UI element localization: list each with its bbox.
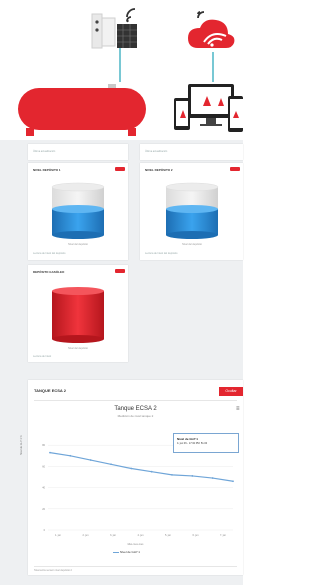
data-point[interactable] bbox=[110, 463, 112, 466]
tank-card: DEPÓSITO GASÓLEO Nivel del depósito Lect… bbox=[28, 265, 128, 362]
card-text: Última actualización bbox=[33, 150, 56, 153]
card-footer: Lectura del nivel del depósito bbox=[145, 252, 178, 255]
panel-footer: Telemetría sensor nivel depósito 2 bbox=[34, 569, 72, 572]
tooltip: Nivel de GLP 1 4. jun 06 - 17:32 PM: 51.… bbox=[173, 433, 239, 453]
tank-caption: Nivel del depósito bbox=[182, 243, 202, 246]
y-axis-label: Nivel de GLP 1 % bbox=[20, 435, 23, 455]
y-tick-label: 40 bbox=[42, 487, 45, 490]
series-line bbox=[49, 452, 234, 482]
tank-card: NIVEL DEPÓSITO 2 Nivel del depósito Lect… bbox=[140, 163, 243, 260]
info-card: Última actualización bbox=[28, 144, 128, 160]
x-tick-label: 2. jun bbox=[82, 534, 89, 537]
x-tick-label: 1. jun bbox=[55, 534, 62, 537]
x-tick-label: 7. jun bbox=[220, 534, 227, 537]
y-tick-label: 60 bbox=[42, 465, 45, 468]
tooltip-title: Nivel de GLP 1 bbox=[177, 437, 198, 441]
gateway-device-icon bbox=[91, 13, 137, 49]
hero-diagram bbox=[0, 0, 243, 140]
tank-gauge bbox=[52, 287, 104, 343]
chart-panel: TANQUE ECSA 2 Ocultar Tanque ECSA 2 Medi… bbox=[20, 380, 243, 575]
x-tick-label: 4. jun bbox=[137, 534, 144, 537]
card-text: Última actualización bbox=[145, 150, 168, 153]
data-point[interactable] bbox=[89, 459, 92, 461]
data-point[interactable] bbox=[130, 467, 133, 470]
data-point[interactable] bbox=[232, 480, 234, 483]
card-title: DEPÓSITO GASÓLEO bbox=[33, 270, 65, 274]
data-point[interactable] bbox=[49, 451, 51, 454]
legend[interactable]: Nivel de GLP 1 bbox=[113, 550, 140, 554]
info-card: Última actualización bbox=[140, 144, 243, 160]
x-tick-label: 5. jun bbox=[165, 534, 172, 537]
devices-icon bbox=[174, 84, 243, 132]
card-footer: Lectura del nivel del depósito bbox=[33, 252, 66, 255]
tank-caption: Nivel del depósito bbox=[68, 347, 88, 350]
x-axis-label: Mes-mes-mes bbox=[127, 543, 144, 546]
legend-label: Nivel de GLP 1 bbox=[119, 550, 140, 554]
iot-diagram bbox=[18, 8, 243, 136]
tank-gauge bbox=[51, 182, 105, 239]
data-point[interactable] bbox=[211, 477, 214, 479]
tank-caption: Nivel del depósito bbox=[68, 243, 88, 246]
status-badge[interactable] bbox=[115, 167, 125, 171]
x-tick-label: 3. jun bbox=[110, 534, 117, 537]
legend-swatch bbox=[113, 551, 119, 553]
data-point[interactable] bbox=[171, 473, 173, 476]
status-badge[interactable] bbox=[115, 269, 125, 273]
card-title: NIVEL DEPÓSITO 1 bbox=[33, 168, 61, 172]
data-point[interactable] bbox=[69, 454, 72, 457]
data-point[interactable] bbox=[191, 475, 194, 477]
y-tick-label: 0 bbox=[44, 529, 46, 532]
cloud-wifi-icon bbox=[188, 11, 235, 48]
card-footer: Lectura del nivel bbox=[33, 355, 52, 358]
y-tick-label: 80 bbox=[42, 444, 45, 447]
y-tick-label: 20 bbox=[42, 508, 45, 511]
tank-gauge bbox=[165, 182, 219, 239]
status-badge[interactable] bbox=[230, 167, 240, 171]
x-tick-label: 6. jun bbox=[192, 534, 199, 537]
gas-tank-icon bbox=[18, 84, 146, 136]
tooltip-value: 4. jun 06 - 17:32 PM: 51.00 bbox=[177, 442, 208, 445]
data-point[interactable] bbox=[150, 470, 153, 473]
wifi-icon bbox=[126, 8, 136, 23]
divider bbox=[34, 566, 237, 567]
tank-card: NIVEL DEPÓSITO 1 Nivel del depósito Lect… bbox=[28, 163, 128, 260]
card-title: NIVEL DEPÓSITO 2 bbox=[145, 168, 173, 172]
